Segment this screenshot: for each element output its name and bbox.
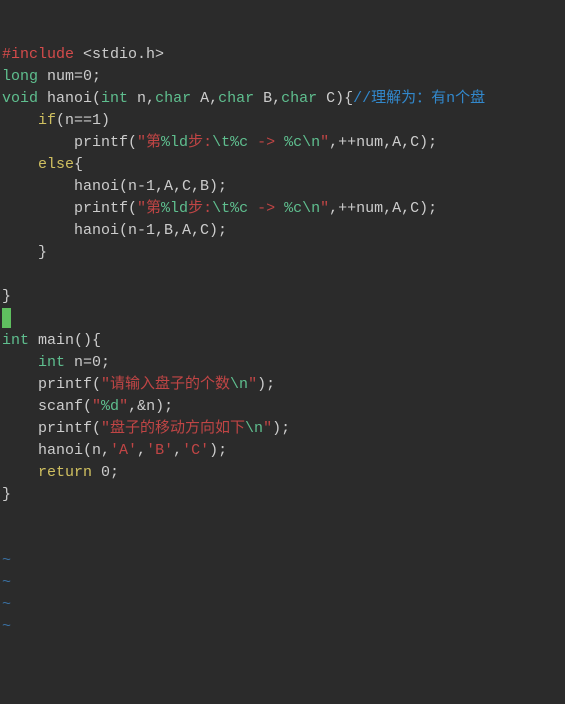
- code-line: #include <stdio.h>: [2, 46, 164, 63]
- code-line: printf("盘子的移动方向如下\n");: [2, 420, 290, 437]
- code-text: main(){: [29, 332, 101, 349]
- code-text: );: [209, 442, 227, 459]
- string: ->: [248, 200, 284, 217]
- code-text: ,: [173, 442, 182, 459]
- type-keyword: char: [155, 90, 191, 107]
- code-line: long num=0;: [2, 68, 101, 85]
- string: 步:: [188, 134, 212, 151]
- code-line: else{: [2, 156, 83, 173]
- code-text: hanoi(n-1,A,C,B);: [74, 178, 227, 195]
- code-text: {: [74, 156, 83, 173]
- format-spec: \t%c: [212, 200, 248, 217]
- string: "盘子的移动方向如下: [101, 420, 245, 437]
- comment: //理解为：有n个盘: [353, 90, 485, 107]
- type-keyword: long: [2, 68, 38, 85]
- code-line: void hanoi(int n,char A,char B,char C){/…: [2, 90, 485, 107]
- code-text: ,: [137, 442, 146, 459]
- preprocessor: #include: [2, 46, 74, 63]
- tilde-marker: ~: [2, 574, 11, 591]
- empty-line: [2, 530, 11, 547]
- format-spec: %d: [101, 398, 119, 415]
- code-text: hanoi(n-1,B,A,C);: [74, 222, 227, 239]
- code-text: 0;: [92, 464, 119, 481]
- code-line: hanoi(n-1,B,A,C);: [2, 222, 227, 239]
- code-text: printf(: [74, 134, 137, 151]
- format-spec: %ld: [161, 134, 188, 151]
- escape: \n: [230, 376, 248, 393]
- type-keyword: void: [2, 90, 38, 107]
- code-line: printf("第%ld步:\t%c -> %c\n",++num,A,C);: [2, 200, 437, 217]
- brace: }: [2, 486, 11, 503]
- code-text: ,&n);: [128, 398, 173, 415]
- brace: }: [38, 244, 47, 261]
- brace: }: [2, 288, 11, 305]
- format-spec: %ld: [161, 200, 188, 217]
- code-text: ,++num,A,C);: [329, 200, 437, 217]
- code-text: B,: [254, 90, 281, 107]
- code-line: hanoi(n-1,A,C,B);: [2, 178, 227, 195]
- char-literal: 'A': [110, 442, 137, 459]
- code-line: }: [2, 486, 11, 503]
- code-line: if(n==1): [2, 112, 110, 129]
- code-text: hanoi(n,: [38, 442, 110, 459]
- cursor: [2, 308, 11, 328]
- string: ": [248, 376, 257, 393]
- type-keyword: char: [218, 90, 254, 107]
- type-keyword: int: [101, 90, 128, 107]
- code-line: int main(){: [2, 332, 101, 349]
- string: 步:: [188, 200, 212, 217]
- code-line: }: [2, 244, 47, 261]
- type-keyword: char: [281, 90, 317, 107]
- format-spec: %c\n: [284, 200, 320, 217]
- code-line: hanoi(n,'A','B','C');: [2, 442, 227, 459]
- code-text: printf(: [74, 200, 137, 217]
- code-line: printf("第%ld步:\t%c -> %c\n",++num,A,C);: [2, 134, 437, 151]
- string: "第: [137, 134, 161, 151]
- char-literal: 'B': [146, 442, 173, 459]
- type-keyword: int: [2, 332, 29, 349]
- tilde-marker: ~: [2, 618, 11, 635]
- empty-line: [2, 508, 11, 525]
- code-text: num=0;: [38, 68, 101, 85]
- format-spec: %c\n: [284, 134, 320, 151]
- keyword-if: if: [38, 112, 56, 129]
- code-text: n,: [128, 90, 155, 107]
- code-text: ,++num,A,C);: [329, 134, 437, 151]
- code-line: scanf("%d",&n);: [2, 398, 173, 415]
- code-text: (n==1): [56, 112, 110, 129]
- tilde-marker: ~: [2, 552, 11, 569]
- code-text: n=0;: [65, 354, 110, 371]
- header-name: <stdio.h>: [74, 46, 164, 63]
- string: ": [92, 398, 101, 415]
- format-spec: \t%c: [212, 134, 248, 151]
- code-text: );: [272, 420, 290, 437]
- code-text: scanf(: [38, 398, 92, 415]
- code-text: hanoi(: [38, 90, 101, 107]
- code-line: printf("请输入盘子的个数\n");: [2, 376, 275, 393]
- type-keyword: int: [38, 354, 65, 371]
- code-text: C){: [317, 90, 353, 107]
- code-text: );: [257, 376, 275, 393]
- char-literal: 'C': [182, 442, 209, 459]
- tilde-marker: ~: [2, 596, 11, 613]
- code-line: [2, 310, 11, 327]
- code-line: return 0;: [2, 464, 119, 481]
- code-text: printf(: [38, 376, 101, 393]
- code-line: int n=0;: [2, 354, 110, 371]
- string: ": [119, 398, 128, 415]
- keyword-else: else: [38, 156, 74, 173]
- code-text: A,: [191, 90, 218, 107]
- keyword-return: return: [38, 464, 92, 481]
- string: ->: [248, 134, 284, 151]
- string: "第: [137, 200, 161, 217]
- string: ": [320, 134, 329, 151]
- escape: \n: [245, 420, 263, 437]
- string: ": [320, 200, 329, 217]
- string: ": [263, 420, 272, 437]
- editor-viewport[interactable]: #include <stdio.h> long num=0; void hano…: [2, 44, 565, 638]
- string: "请输入盘子的个数: [101, 376, 230, 393]
- code-text: printf(: [38, 420, 101, 437]
- code-line: }: [2, 288, 11, 305]
